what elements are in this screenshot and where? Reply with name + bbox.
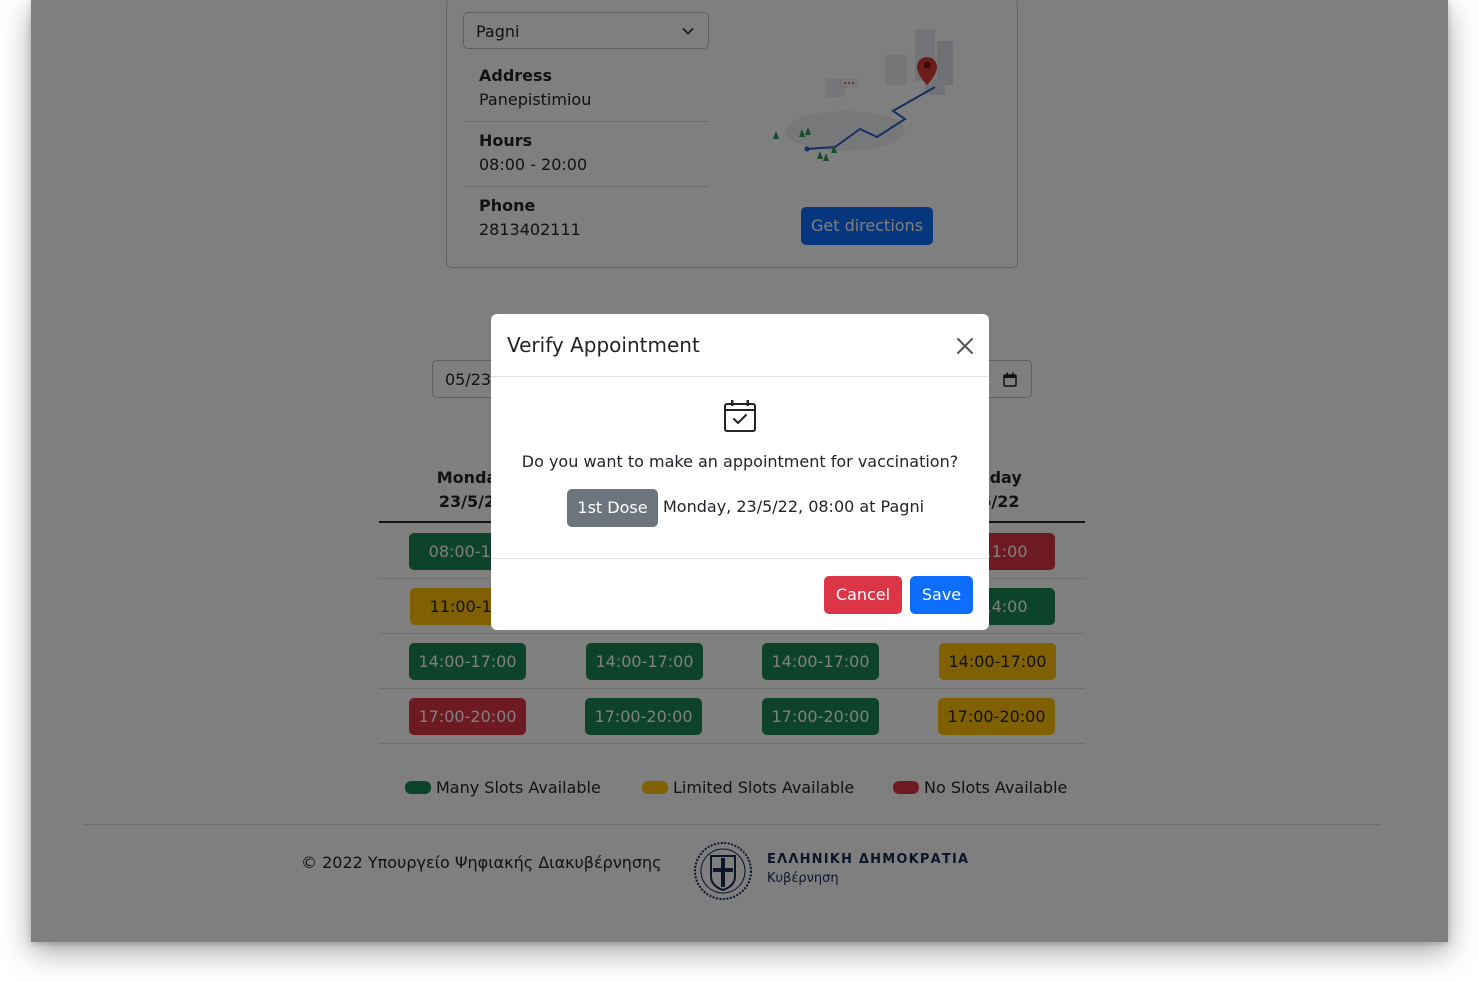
modal-body: Do you want to make an appointment for v…	[491, 377, 989, 559]
modal-title: Verify Appointment	[507, 333, 700, 357]
confirmation-question: Do you want to make an appointment for v…	[521, 452, 959, 471]
browser-viewport: Pagni Address Panepistimiou Hours 08:00 …	[31, 0, 1448, 942]
calendar-check-icon	[724, 400, 756, 432]
modal-header: Verify Appointment	[491, 314, 989, 377]
appointment-detail: Monday, 23/5/22, 08:00 at Pagni	[663, 497, 925, 516]
verify-appointment-modal: Verify Appointment Do you want to make a…	[491, 314, 989, 630]
cancel-button[interactable]: Cancel	[824, 576, 902, 614]
close-icon[interactable]	[955, 336, 975, 356]
dose-badge: 1st Dose	[567, 489, 658, 527]
save-button[interactable]: Save	[910, 576, 973, 614]
